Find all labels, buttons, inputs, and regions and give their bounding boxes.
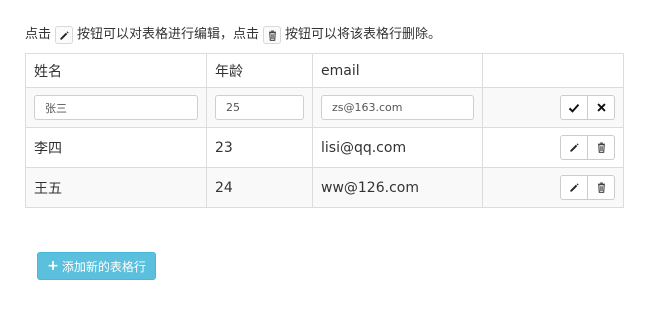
table-row: 王五 24 ww@126.com [25, 167, 624, 208]
pencil-icon [569, 183, 579, 192]
instruction-part-2: 按钮可以对表格进行编辑，点击 [77, 27, 260, 42]
editable-table: 姓名 年龄 email 张三 25 zs@163.com 李四 23 lisi@… [25, 53, 624, 208]
row-action-group [560, 135, 615, 160]
cell-name: 王五 [25, 167, 207, 208]
save-button[interactable] [560, 95, 588, 120]
email-input[interactable] [321, 95, 474, 120]
delete-button[interactable] [587, 135, 615, 160]
row-action-group [560, 95, 615, 120]
cell-email: ww@126.com [312, 167, 483, 208]
trash-icon [263, 26, 282, 44]
trash-icon [597, 142, 605, 153]
pencil-icon [55, 26, 74, 44]
row-action-group [560, 175, 615, 200]
add-row-label: 添加新的表格行 [61, 259, 146, 274]
trash-icon [597, 182, 605, 193]
cell-name: 李四 [25, 127, 207, 168]
header-actions [482, 53, 624, 88]
plus-icon: + [47, 258, 59, 274]
cell-email: lisi@qq.com [312, 127, 483, 168]
cell-age: 23 [206, 127, 313, 168]
header-name: 姓名 [25, 53, 207, 88]
check-icon [568, 103, 580, 113]
table-header-row: 姓名 年龄 email [25, 53, 624, 88]
cell-email [312, 87, 483, 128]
table-row: 李四 23 lisi@qq.com [25, 127, 624, 168]
instruction-part-1: 点击 [25, 27, 52, 42]
table-row-editing [25, 87, 624, 128]
close-icon [596, 103, 606, 112]
instruction-text: 点击 按钮可以对表格进行编辑，点击 按钮可以将该表格行删除。 [25, 24, 441, 46]
cell-age [206, 87, 313, 128]
cell-actions [482, 167, 624, 208]
instruction-part-3: 按钮可以将该表格行删除。 [285, 27, 442, 42]
cancel-button[interactable] [587, 95, 615, 120]
cell-actions [482, 87, 624, 128]
cell-actions [482, 127, 624, 168]
pencil-icon [569, 143, 579, 152]
name-input[interactable] [34, 95, 198, 120]
header-email: email [312, 53, 483, 88]
cell-age: 24 [206, 167, 313, 208]
cell-name [25, 87, 207, 128]
edit-button[interactable] [560, 135, 588, 160]
age-input[interactable] [215, 95, 304, 120]
edit-button[interactable] [560, 175, 588, 200]
delete-button[interactable] [587, 175, 615, 200]
add-row-button[interactable]: + 添加新的表格行 [37, 252, 156, 280]
header-age: 年龄 [206, 53, 313, 88]
